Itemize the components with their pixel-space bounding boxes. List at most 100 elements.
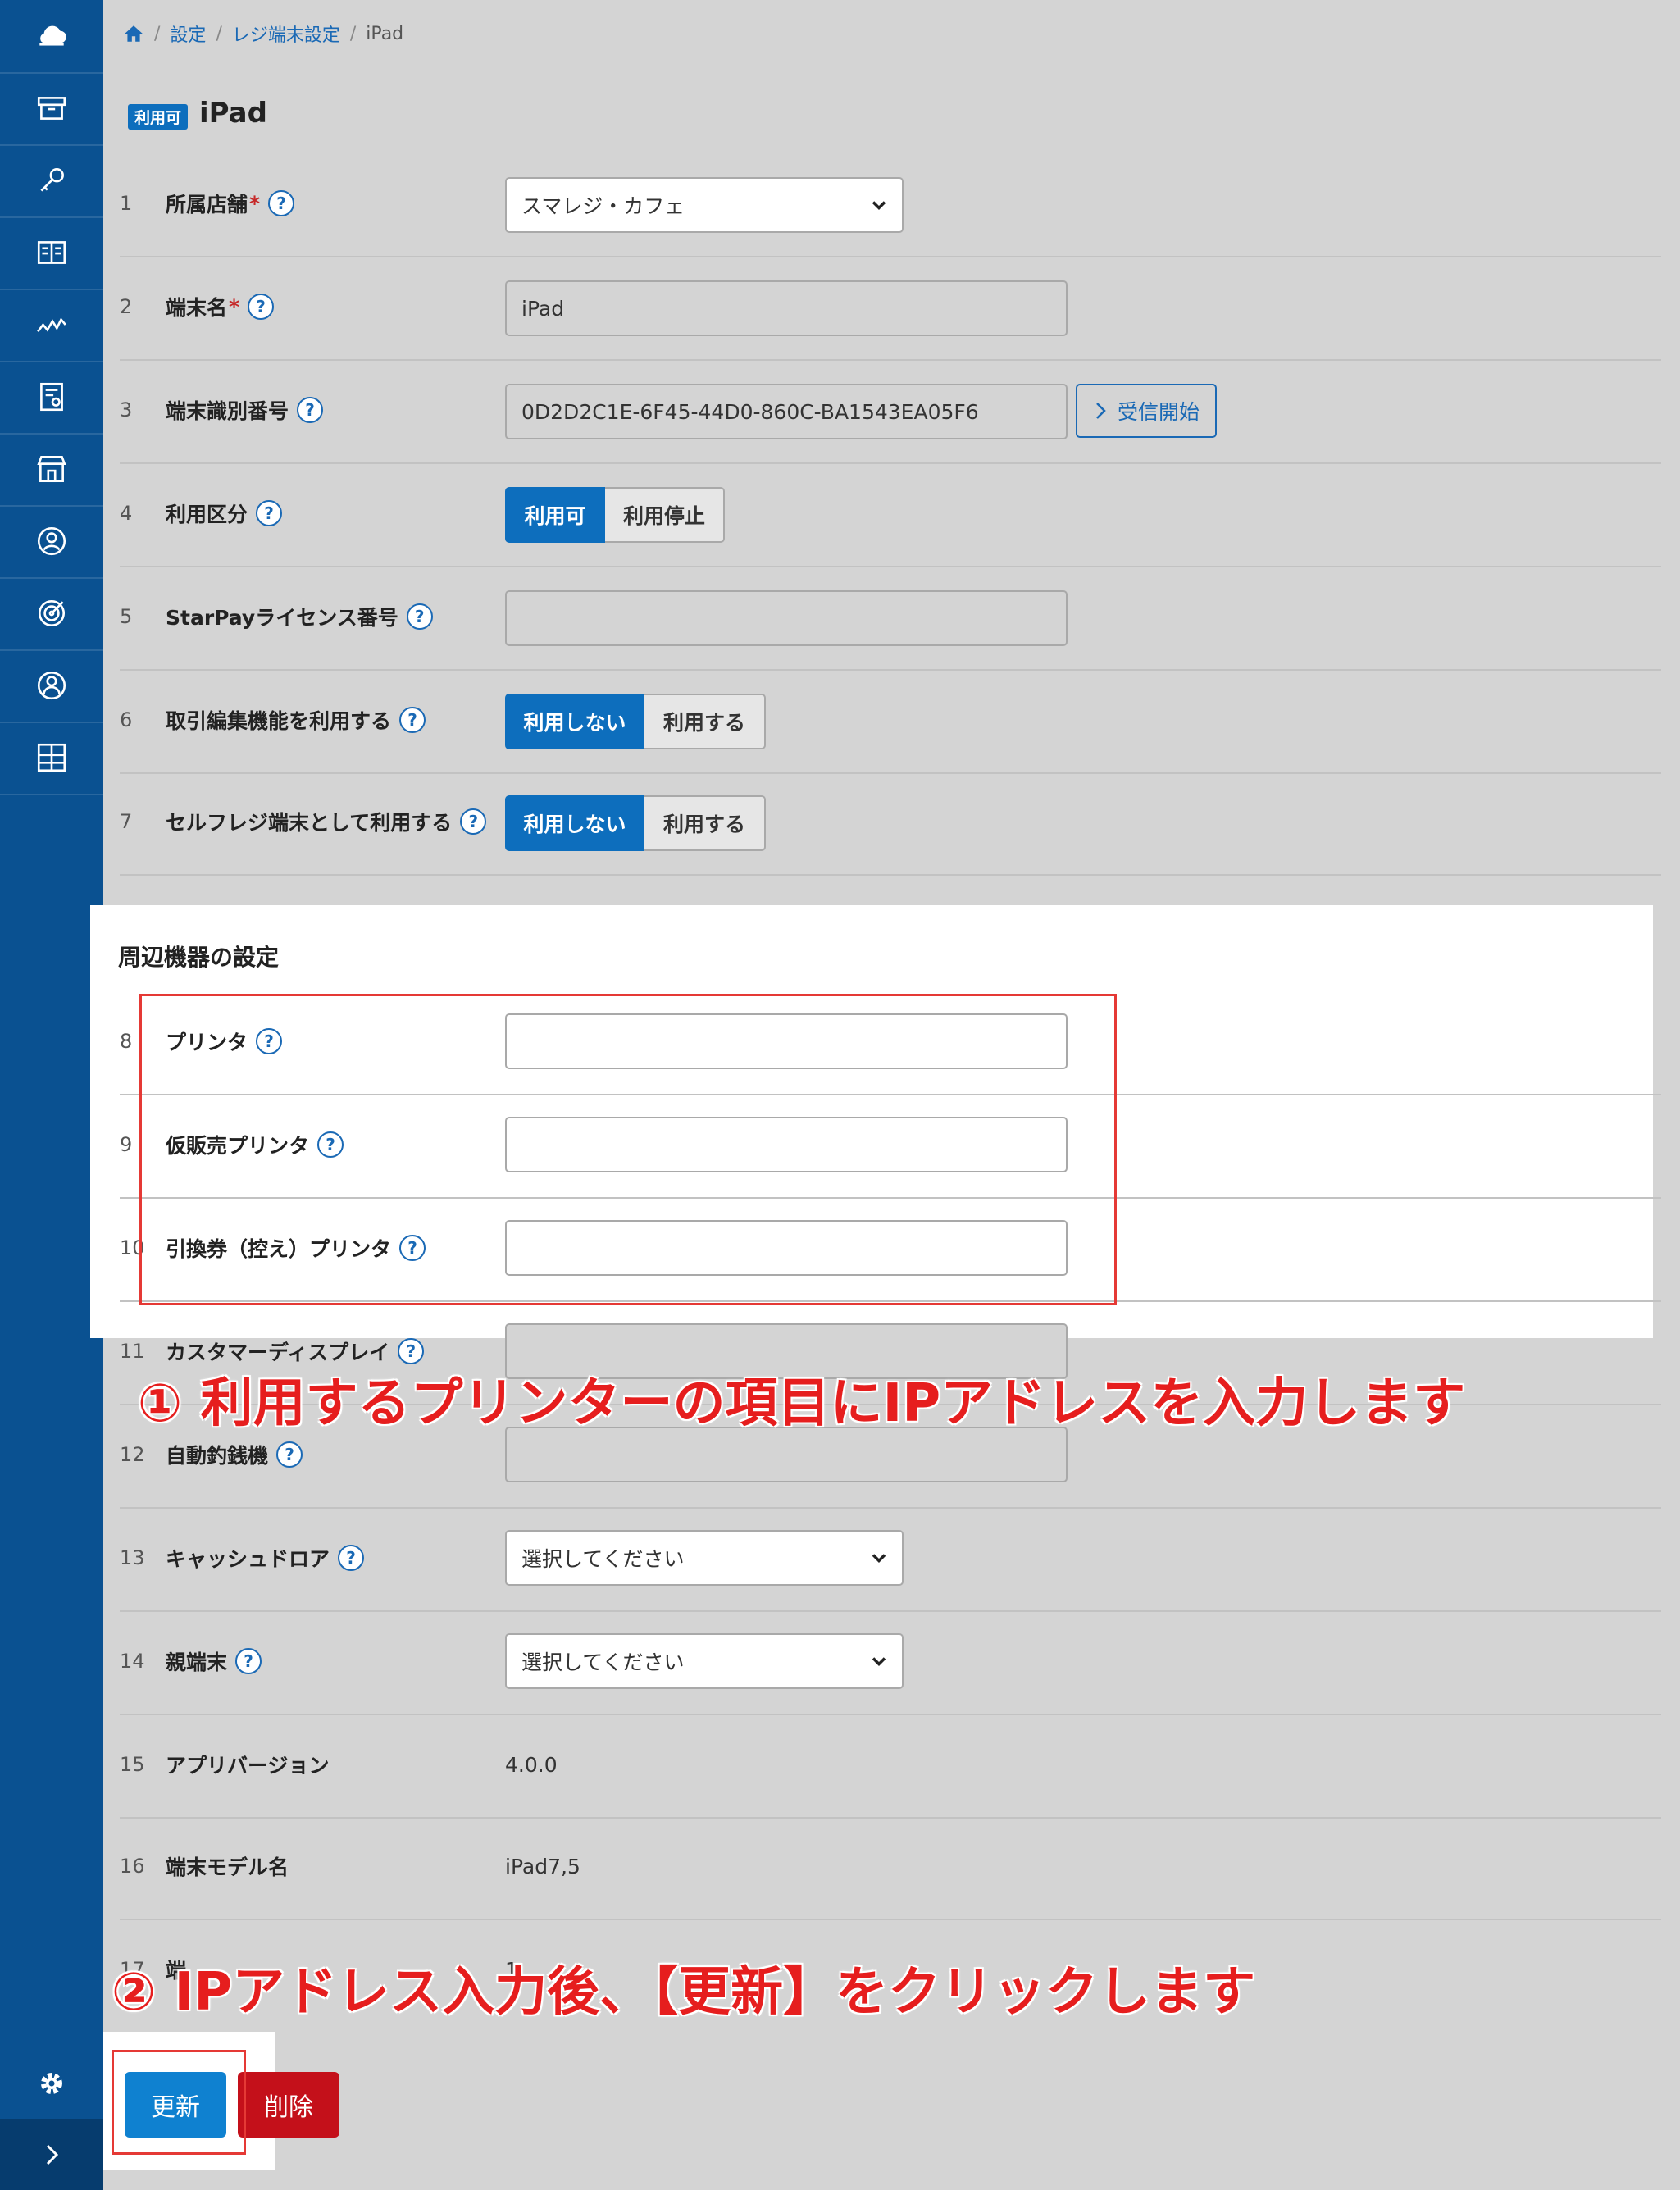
form-row-model-name: 16 端末モデル名 iPad7,5 xyxy=(120,1815,1661,1920)
terminal-name-input[interactable]: iPad xyxy=(505,280,1068,336)
update-highlight-frame xyxy=(112,2050,246,2155)
chevron-down-icon xyxy=(872,1554,886,1563)
sidebar-item-staff[interactable] xyxy=(0,505,103,579)
sidebar xyxy=(0,0,103,2190)
row-number: 15 xyxy=(120,1753,145,1776)
self-register-option-on[interactable]: 利用する xyxy=(644,795,766,851)
help-icon[interactable]: ? xyxy=(276,1441,303,1468)
row-number: 4 xyxy=(120,502,133,525)
sidebar-item-home[interactable] xyxy=(0,0,103,74)
row-label: 取引編集機能を利用する ? xyxy=(166,705,426,735)
sidebar-item-apps[interactable] xyxy=(0,722,103,795)
help-icon[interactable]: ? xyxy=(338,1545,365,1571)
home-icon[interactable] xyxy=(123,23,144,44)
row-number: 6 xyxy=(120,708,133,731)
form-row-transaction-edit: 6 取引編集機能を利用する ? 利用しない 利用する xyxy=(120,669,1661,774)
store-icon xyxy=(37,455,66,483)
transaction-edit-toggle: 利用しない 利用する xyxy=(505,694,766,749)
sidebar-item-targets[interactable] xyxy=(0,577,103,651)
gear-icon xyxy=(41,2073,62,2094)
row-number: 7 xyxy=(120,810,133,833)
page-header: 利用可 iPad xyxy=(128,97,267,130)
usage-toggle: 利用可 利用停止 xyxy=(505,487,725,543)
cloud-icon xyxy=(39,25,66,46)
row-label: セルフレジ端末として利用する ? xyxy=(166,807,487,836)
usage-option-available[interactable]: 利用可 xyxy=(505,487,605,543)
annotation-step1: ① 利用するプリンターの項目にIPアドレスを入力します xyxy=(138,1373,1466,1434)
row-label: アプリバージョン xyxy=(166,1754,330,1778)
self-register-toggle: 利用しない 利用する xyxy=(505,795,766,851)
row-number: 3 xyxy=(120,398,133,421)
row-label: 自動釣銭機 ? xyxy=(166,1440,303,1469)
form-row-self-register: 7 セルフレジ端末として利用する ? 利用しない 利用する xyxy=(120,771,1661,876)
form-row-store: 1 所属店舗 * ? スマレジ・カフェ xyxy=(120,153,1661,257)
staff-icon xyxy=(37,526,66,556)
row-label: 所属店舗 * ? xyxy=(166,189,295,218)
form-row-terminal-id: 3 端末識別番号 ? 0D2D2C1E-6F45-44D0-860C-BA154… xyxy=(120,359,1661,464)
sidebar-item-reports[interactable] xyxy=(0,361,103,435)
section-title: 周辺機器の設定 xyxy=(118,944,280,971)
annotation-step2: ② IPアドレス入力後、【更新】をクリックします xyxy=(112,1962,1256,2023)
form-row-cash-drawer: 13 キャッシュドロア ? 選択してください xyxy=(120,1507,1661,1612)
row-number: 1 xyxy=(120,192,133,215)
breadcrumb-register-settings[interactable]: レジ端末設定 xyxy=(232,20,340,47)
form-row-parent-terminal: 14 親端末 ? 選択してください xyxy=(120,1610,1661,1715)
form-row-starpay: 5 StarPayライセンス番号 ? xyxy=(120,566,1661,671)
usage-option-suspended[interactable]: 利用停止 xyxy=(605,487,725,543)
user-circle-icon xyxy=(37,671,66,700)
transaction-edit-option-off[interactable]: 利用しない xyxy=(505,694,644,749)
key-icon xyxy=(40,168,64,192)
breadcrumb: / 設定 / レジ端末設定 / iPad xyxy=(123,21,403,46)
sidebar-expand[interactable] xyxy=(0,2119,103,2190)
form-row-usage: 4 利用区分 ? 利用可 利用停止 xyxy=(120,462,1661,567)
help-icon[interactable]: ? xyxy=(460,808,487,835)
help-icon[interactable]: ? xyxy=(248,294,275,320)
row-number: 5 xyxy=(120,605,133,628)
row-number: 2 xyxy=(120,295,133,318)
archive-box-icon xyxy=(37,97,66,120)
chevron-right-icon xyxy=(46,2144,59,2165)
sidebar-item-stores[interactable] xyxy=(0,433,103,507)
help-icon[interactable]: ? xyxy=(406,603,433,630)
row-number: 12 xyxy=(120,1443,145,1466)
chevron-right-icon xyxy=(1096,403,1106,419)
delete-button[interactable]: 削除 xyxy=(238,2072,339,2138)
transaction-edit-option-on[interactable]: 利用する xyxy=(644,694,766,749)
row-number: 13 xyxy=(120,1546,145,1569)
form-row-terminal-name: 2 端末名 * ? iPad xyxy=(120,256,1661,361)
sidebar-settings[interactable] xyxy=(0,2048,103,2119)
breadcrumb-current: iPad xyxy=(366,23,404,44)
receive-start-button[interactable]: 受信開始 xyxy=(1076,384,1217,438)
page-title: iPad xyxy=(199,97,267,130)
sidebar-item-customers[interactable] xyxy=(0,649,103,723)
sidebar-item-ledger[interactable] xyxy=(0,216,103,290)
row-label: 端末名 * ? xyxy=(166,292,275,321)
chevron-down-icon xyxy=(872,201,886,210)
book-icon xyxy=(37,241,66,264)
help-icon[interactable]: ? xyxy=(297,397,324,423)
form-row-app-version: 15 アプリバージョン 4.0.0 xyxy=(120,1714,1661,1819)
row-label: 親端末 ? xyxy=(166,1646,262,1676)
help-icon[interactable]: ? xyxy=(235,1648,262,1674)
row-label: キャッシュドロア ? xyxy=(166,1543,365,1573)
highlight-frame xyxy=(139,994,1117,1305)
help-icon[interactable]: ? xyxy=(399,707,426,733)
self-register-option-off[interactable]: 利用しない xyxy=(505,795,644,851)
row-number: 14 xyxy=(120,1650,145,1673)
sidebar-item-products[interactable] xyxy=(0,72,103,146)
store-select[interactable]: スマレジ・カフェ xyxy=(505,177,904,233)
app-version-value: 4.0.0 xyxy=(505,1753,558,1777)
row-label: StarPayライセンス番号 ? xyxy=(166,602,433,631)
cash-drawer-select[interactable]: 選択してください xyxy=(505,1530,904,1586)
grid-icon xyxy=(37,743,66,772)
model-name-value: iPad7,5 xyxy=(505,1855,580,1878)
sidebar-item-analytics[interactable] xyxy=(0,289,103,362)
parent-terminal-select[interactable]: 選択してください xyxy=(505,1633,904,1689)
help-icon[interactable]: ? xyxy=(268,190,295,216)
breadcrumb-settings[interactable]: 設定 xyxy=(170,20,206,47)
help-icon[interactable]: ? xyxy=(256,500,283,526)
starpay-license-input[interactable] xyxy=(505,590,1068,646)
terminal-id-input[interactable]: 0D2D2C1E-6F45-44D0-860C-BA1543EA05F6 xyxy=(505,384,1068,439)
sidebar-item-keys[interactable] xyxy=(0,144,103,218)
row-label: 利用区分 ? xyxy=(166,499,283,528)
